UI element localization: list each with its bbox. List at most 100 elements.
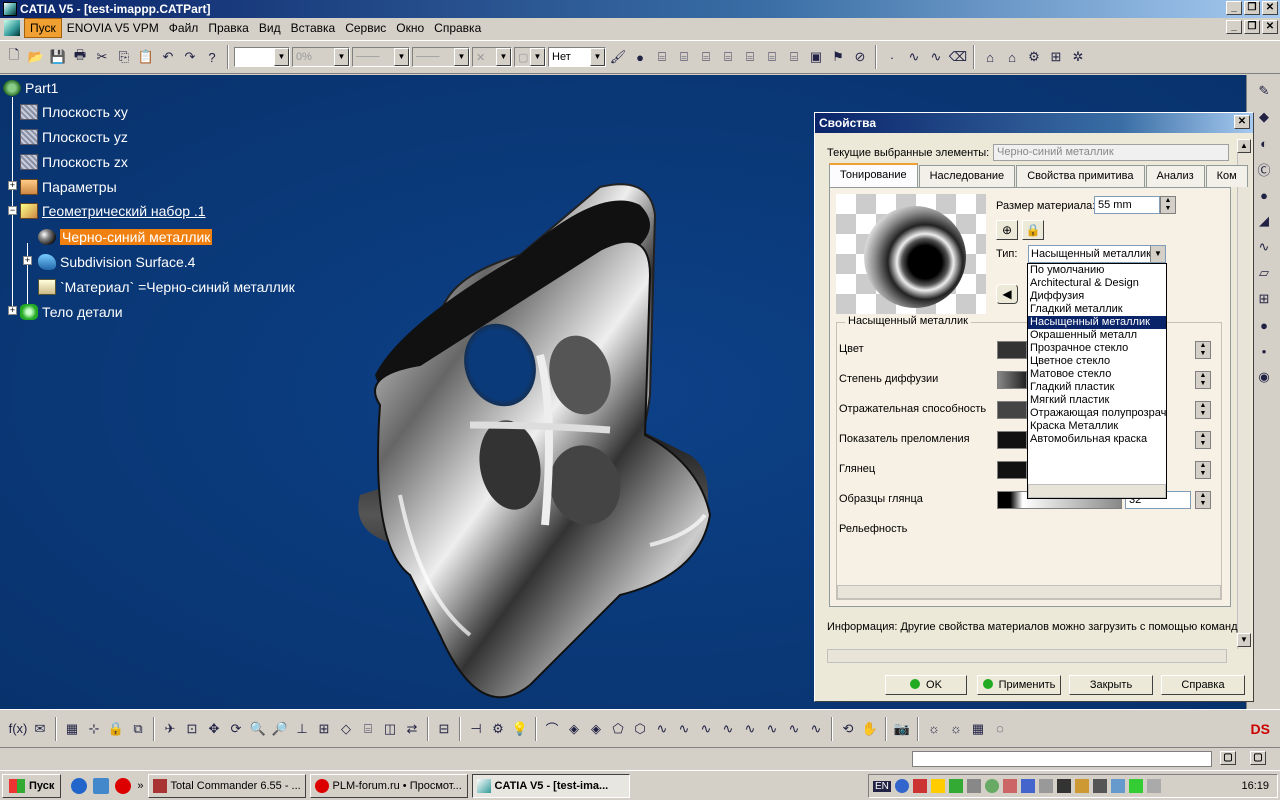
refraction-spinner[interactable]: ▲ ▼ — [1195, 431, 1211, 449]
tree-node-plane-yz[interactable]: Плоскость yz — [20, 127, 128, 147]
tree-root[interactable]: Part1 — [3, 78, 58, 98]
tray-icon-5[interactable] — [966, 779, 981, 793]
type-dropdown-list[interactable]: По умолчанию Architectural & Design Дифф… — [1027, 263, 1167, 499]
color-combo[interactable]: ▼ — [234, 47, 290, 67]
surface5-icon[interactable]: ⬡ — [630, 719, 650, 739]
format-painter-icon[interactable]: 🖌 — [608, 47, 628, 67]
table-icon[interactable]: ▦ — [62, 719, 82, 739]
constraint-icon[interactable]: ⊣ — [466, 719, 486, 739]
cylinder2-icon[interactable]: ⌸ — [674, 47, 694, 67]
command-input[interactable] — [912, 751, 1212, 767]
tree-node-subdivision-surface[interactable]: Subdivision Surface.4 — [38, 252, 195, 272]
refresh-icon[interactable]: ⟲ — [838, 719, 858, 739]
type-option[interactable]: Диффузия — [1028, 290, 1166, 303]
catalog-icon[interactable]: ⌂ — [980, 47, 1000, 67]
diffuse-slider[interactable] — [997, 371, 1027, 389]
copy-icon[interactable]: ⎘ — [114, 47, 134, 67]
tab-rendering[interactable]: Тонирование — [829, 163, 918, 187]
status-button-2[interactable]: ▢ — [1250, 751, 1266, 765]
curve4-icon[interactable]: ∿ — [674, 719, 694, 739]
curve9-icon[interactable]: ∿ — [784, 719, 804, 739]
dialog-horizontal-scrollbar[interactable] — [827, 649, 1227, 663]
menu-tools[interactable]: Сервис — [340, 19, 391, 37]
camera-icon[interactable]: 📷 — [892, 719, 912, 739]
cylinder3-icon[interactable]: ⌸ — [696, 47, 716, 67]
open-icon[interactable]: 📂 — [26, 47, 46, 67]
fit-all-icon[interactable]: ⊡ — [182, 719, 202, 739]
speaker-icon[interactable] — [1146, 779, 1161, 793]
flag-icon[interactable]: ⚑ — [828, 47, 848, 67]
type-option[interactable]: Отражающая полупрозрачность — [1028, 407, 1166, 420]
tree-icon[interactable]: ⊹ — [84, 719, 104, 739]
size-spinner[interactable]: ▲ ▼ — [1160, 196, 1176, 214]
light-icon[interactable]: ☼ — [924, 719, 944, 739]
tray-icon-10[interactable] — [1056, 779, 1071, 793]
light2-icon[interactable]: ☼ — [946, 719, 966, 739]
type-option[interactable]: Гладкий металлик — [1028, 303, 1166, 316]
ok-button[interactable]: OK — [885, 675, 967, 695]
tray-icon-6[interactable] — [984, 779, 999, 793]
tray-icon-11[interactable] — [1074, 779, 1089, 793]
point-tool-icon[interactable]: • — [1254, 341, 1274, 361]
tree-node-plane-xy[interactable]: Плоскость xy — [20, 102, 128, 122]
measure-icon[interactable]: ⊟ — [434, 719, 454, 739]
type-option[interactable]: Цветное стекло — [1028, 355, 1166, 368]
new-icon[interactable]: 🗋 — [4, 47, 24, 67]
menu-help[interactable]: Справка — [429, 19, 486, 37]
menu-window[interactable]: Окно — [391, 19, 429, 37]
material-size-input[interactable]: 55 mm — [1094, 196, 1160, 214]
whats-this-icon[interactable]: ? — [202, 47, 222, 67]
diffuse-spinner[interactable]: ▲ ▼ — [1195, 371, 1211, 389]
gear2-icon[interactable]: ⚙ — [488, 719, 508, 739]
close-dialog-button[interactable]: Закрыть — [1069, 675, 1153, 695]
doc-restore-button[interactable]: ❐ — [1244, 20, 1260, 34]
cylinder4-icon[interactable]: ⌸ — [718, 47, 738, 67]
cylinder5-icon[interactable]: ⌸ — [740, 47, 760, 67]
status-button-1[interactable]: ▢ — [1220, 751, 1236, 765]
expand-parameters[interactable]: + — [8, 181, 17, 190]
curve-tool-icon[interactable]: ∿ — [1254, 237, 1274, 257]
shading-icon[interactable]: ⌸ — [358, 719, 378, 739]
reflectivity-slider[interactable] — [997, 401, 1027, 419]
scroll-down-icon[interactable]: ▼ — [1237, 633, 1251, 647]
tray-icon-8[interactable] — [1020, 779, 1035, 793]
apply-button[interactable]: Применить — [977, 675, 1061, 695]
tray-icon-1[interactable] — [894, 779, 909, 793]
ball-tool-icon[interactable]: ● — [1254, 315, 1274, 335]
tree-node-geometrical-set[interactable]: Геометрический набор .1 — [20, 201, 206, 221]
task-total-commander[interactable]: Total Commander 6.55 - ... — [147, 773, 306, 798]
linetype-combo[interactable]: ─── ▼ — [412, 47, 470, 67]
analysis-icon[interactable]: ⊞ — [1046, 47, 1066, 67]
zoom-out-icon[interactable]: 🔎 — [270, 719, 290, 739]
document-icon[interactable] — [4, 20, 20, 36]
curve3-icon[interactable]: ∿ — [652, 719, 672, 739]
multi-view-icon[interactable]: ⊞ — [314, 719, 334, 739]
scroll-up-icon[interactable]: ▲ — [1237, 139, 1251, 153]
catalog2-icon[interactable]: ⌂ — [1002, 47, 1022, 67]
tray-icon-4[interactable] — [948, 779, 963, 793]
doc-close-button[interactable]: ✕ — [1262, 20, 1278, 34]
bulb-icon[interactable]: 💡 — [510, 719, 530, 739]
opera-icon[interactable] — [115, 777, 132, 794]
curve10-icon[interactable]: ∿ — [806, 719, 826, 739]
reflectivity-spinner[interactable]: ▲ ▼ — [1195, 401, 1211, 419]
type-option[interactable]: Окрашенный металл — [1028, 329, 1166, 342]
dropdown-scrollbar[interactable] — [1028, 484, 1166, 498]
menu-view[interactable]: Вид — [254, 19, 286, 37]
menu-start[interactable]: Пуск — [24, 18, 62, 38]
curve-icon[interactable]: ∿ — [904, 47, 924, 67]
normal-view-icon[interactable]: ⊥ — [292, 719, 312, 739]
menu-insert[interactable]: Вставка — [286, 19, 341, 37]
iso-view-icon[interactable]: ◇ — [336, 719, 356, 739]
type-option[interactable]: Краска Металлик — [1028, 420, 1166, 433]
menu-file[interactable]: Файл — [164, 19, 204, 37]
tree-node-plane-zx[interactable]: Плоскость zx — [20, 152, 128, 172]
zoom-in-icon[interactable]: 🔍 — [248, 719, 268, 739]
rotate-icon[interactable]: ⟳ — [226, 719, 246, 739]
scene-icon[interactable]: ◌ — [990, 719, 1010, 739]
language-indicator[interactable]: EN — [873, 780, 891, 792]
type-option[interactable]: Матовое стекло — [1028, 368, 1166, 381]
task-catia[interactable]: CATIA V5 - [test-ima... — [471, 773, 630, 798]
comment-icon[interactable]: ✉ — [30, 719, 50, 739]
close-button[interactable]: ✕ — [1262, 1, 1278, 15]
